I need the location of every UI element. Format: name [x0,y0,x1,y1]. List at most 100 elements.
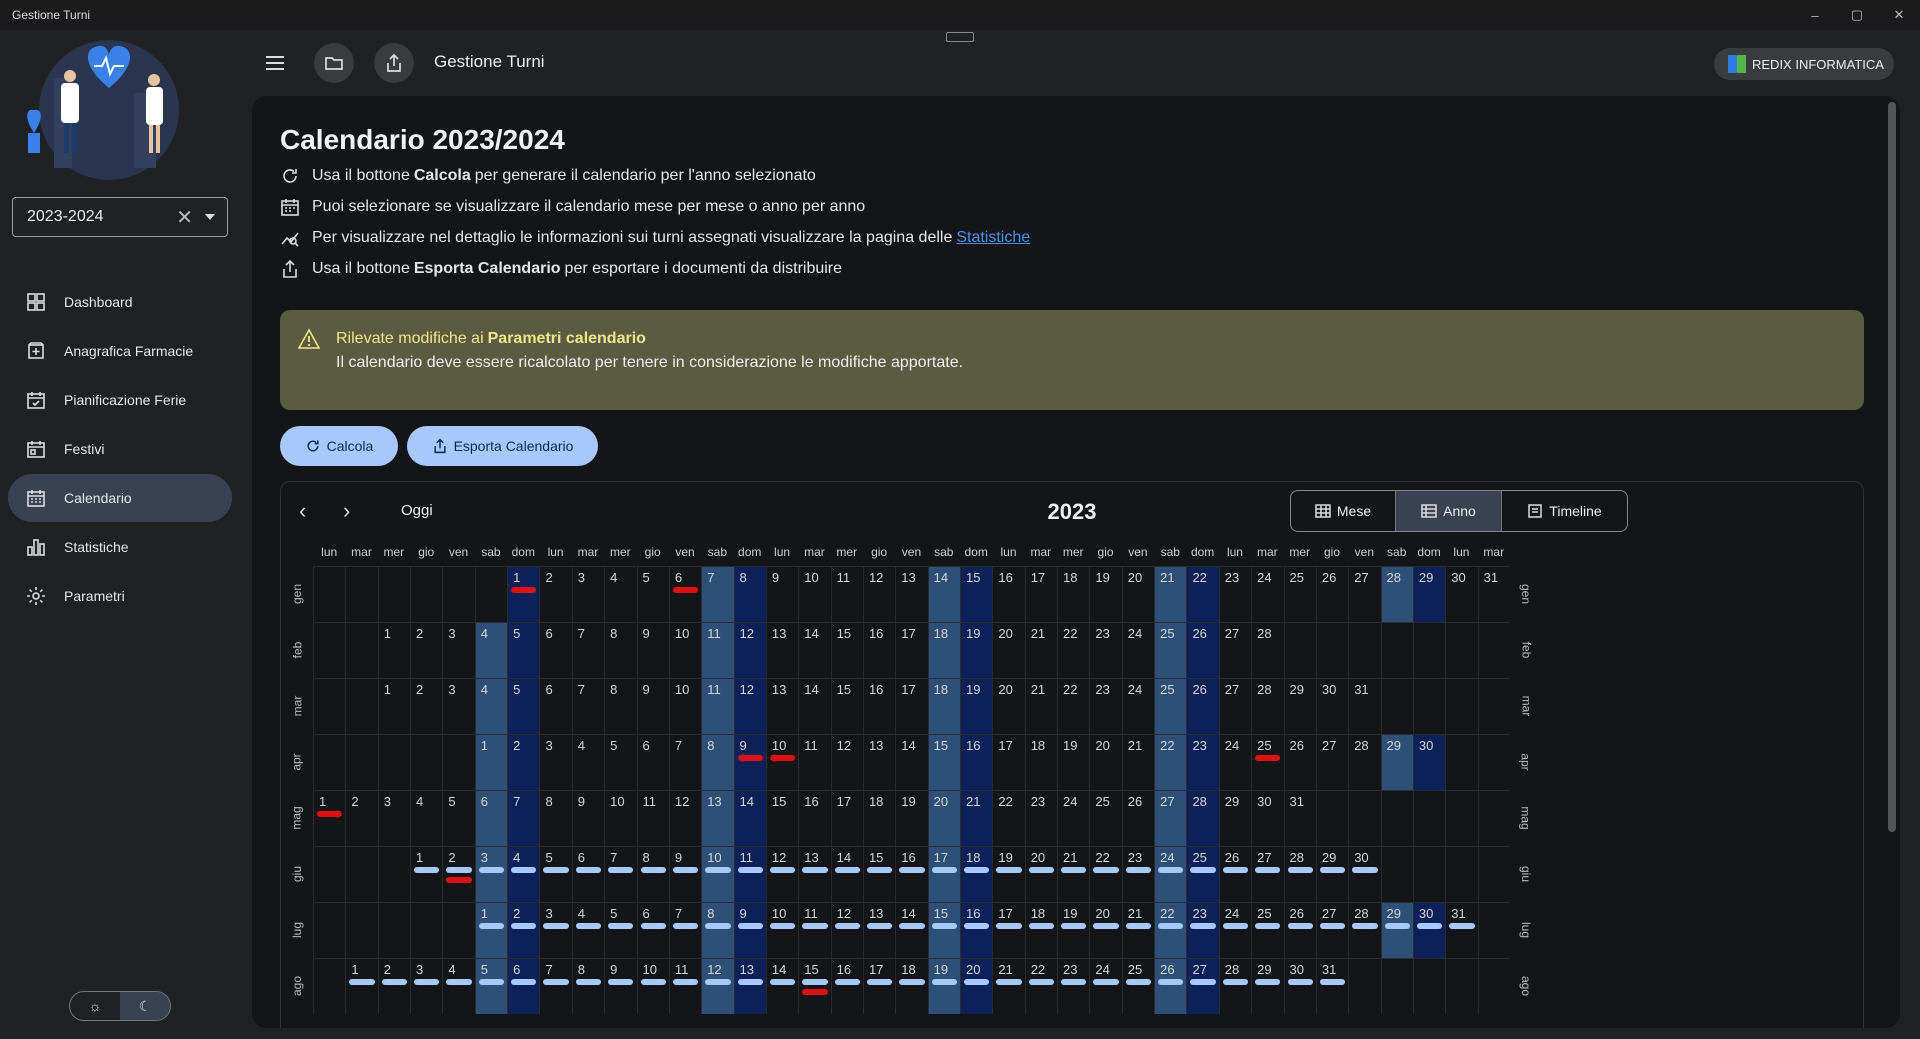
shift-bar[interactable] [672,867,699,873]
calendar-day-cell[interactable]: 5 [474,958,508,1014]
calendar-day-cell[interactable]: 12 [733,678,766,734]
shift-bar[interactable] [1449,923,1475,929]
calendar-day-cell[interactable]: 31 [1283,790,1316,846]
calendar-day-cell[interactable]: 18 [927,678,960,734]
shift-bar[interactable] [575,867,602,873]
calendar-day-cell[interactable]: 19 [960,622,993,678]
calendar-day-cell[interactable]: 7 [604,846,637,902]
sun-icon[interactable]: ☼ [70,992,120,1020]
shift-bar[interactable] [1093,867,1119,873]
shift-bar[interactable] [996,923,1022,929]
calendar-day-cell[interactable]: 1 [377,622,411,678]
calendar-day-cell[interactable]: 9 [604,958,637,1014]
calendar-day-cell[interactable]: 17 [830,790,863,846]
shift-bar[interactable] [349,979,375,985]
shift-bar[interactable] [1255,867,1281,873]
shift-bar[interactable] [1125,867,1152,873]
shift-bar[interactable] [769,923,796,929]
calendar-day-cell[interactable]: 2 [410,678,443,734]
shift-bar[interactable] [1352,923,1378,929]
calendar-day-cell[interactable]: 11 [701,678,734,734]
calendar-day-cell[interactable]: 27 [1218,622,1252,678]
calendar-day-cell[interactable]: 6 [474,790,508,846]
shift-bar[interactable] [446,867,472,873]
calendar-day-cell[interactable]: 29 [1380,734,1413,790]
calendar-day-cell[interactable]: 18 [895,958,928,1014]
calendar-day-cell[interactable]: 7 [507,790,540,846]
shift-bar[interactable] [964,979,990,985]
shift-bar[interactable] [1319,979,1346,985]
calendar-day-cell[interactable]: 19 [1057,734,1090,790]
holiday-bar[interactable] [737,755,763,761]
clear-icon[interactable]: ✕ [176,205,193,230]
calendar-day-cell[interactable]: 16 [862,622,896,678]
calendar-day-cell[interactable]: 3 [410,958,443,1014]
calendar-day-cell[interactable]: 22 [1057,678,1090,734]
calendar-day-cell[interactable]: 20 [960,958,993,1014]
year-select[interactable]: 2023-2024 ✕ [12,197,228,237]
calendar-day-cell[interactable]: 22 [1186,566,1219,622]
calendar-day-cell[interactable]: 15 [830,678,863,734]
calendar-day-cell[interactable]: 23 [1089,678,1122,734]
shift-bar[interactable] [1222,923,1249,929]
calendar-day-cell[interactable]: 30 [1445,566,1478,622]
calendar-day-cell[interactable]: 23 [1057,958,1090,1014]
calendar-day-cell[interactable]: 17 [992,902,1025,958]
calendar-day-cell[interactable]: 10 [765,734,799,790]
calendar-day-cell[interactable]: 24 [1154,846,1187,902]
shift-bar[interactable] [1028,923,1055,929]
calendar-day-cell[interactable]: 16 [862,678,896,734]
calendar-day-cell[interactable]: 24 [1121,678,1155,734]
calendar-day-cell[interactable]: 20 [992,678,1025,734]
calendar-day-cell[interactable]: 23 [1186,734,1219,790]
calendar-day-cell[interactable]: 25 [1251,734,1284,790]
calendar-day-cell[interactable]: 10 [765,902,799,958]
calendar-day-cell[interactable]: 10 [668,622,702,678]
calendar-day-cell[interactable]: 26 [1186,678,1219,734]
sidebar-item-calendario[interactable]: Calendario [8,474,232,522]
chevron-down-icon[interactable] [205,214,215,220]
calendar-day-cell[interactable]: 29 [1283,678,1316,734]
shift-bar[interactable] [1222,979,1249,985]
calendar-day-cell[interactable]: 12 [830,734,863,790]
shift-bar[interactable] [1319,923,1346,929]
calendar-day-cell[interactable]: 21 [960,790,993,846]
calendar-day-cell[interactable]: 11 [701,622,734,678]
calendar-day-cell[interactable]: 11 [798,734,831,790]
scrollbar[interactable] [1888,102,1896,832]
calendar-day-cell[interactable]: 14 [733,790,766,846]
shift-bar[interactable] [866,979,893,985]
calendar-day-cell[interactable]: 17 [895,678,928,734]
calendar-day-cell[interactable]: 28 [1380,566,1413,622]
menu-icon[interactable] [264,52,286,74]
calendar-day-cell[interactable]: 22 [1057,622,1090,678]
calendar-day-cell[interactable]: 15 [927,734,960,790]
calendar-day-cell[interactable]: 27 [1315,734,1349,790]
calendar-day-cell[interactable]: 8 [733,566,766,622]
calendar-day-cell[interactable]: 25 [1186,846,1219,902]
calendar-day-cell[interactable]: 19 [960,678,993,734]
calendar-day-cell[interactable]: 14 [830,846,863,902]
calendar-day-cell[interactable]: 30 [1348,846,1381,902]
shift-bar[interactable] [672,979,699,985]
shift-bar[interactable] [1384,923,1410,929]
calendar-day-cell[interactable]: 19 [1089,566,1122,622]
calendar-day-cell[interactable]: 26 [1186,622,1219,678]
calendar-day-cell[interactable]: 29 [1315,846,1349,902]
calendar-day-cell[interactable]: 22 [992,790,1025,846]
calendar-day-cell[interactable]: 9 [636,678,669,734]
calendar-day-cell[interactable]: 28 [1186,790,1219,846]
shift-bar[interactable] [511,867,537,873]
calendar-day-cell[interactable]: 30 [1412,902,1446,958]
calendar-day-cell[interactable]: 2 [377,958,411,1014]
calendar-day-cell[interactable]: 20 [1089,734,1122,790]
shift-bar[interactable] [996,867,1022,873]
calendar-day-cell[interactable]: 5 [507,678,540,734]
shift-bar[interactable] [1093,923,1119,929]
calendar-day-cell[interactable]: 18 [1024,902,1058,958]
shift-bar[interactable] [543,979,569,985]
calendar-day-cell[interactable]: 7 [668,902,702,958]
calendar-day-cell[interactable]: 14 [895,734,928,790]
calendar-day-cell[interactable]: 26 [1283,734,1316,790]
shift-bar[interactable] [802,923,828,929]
